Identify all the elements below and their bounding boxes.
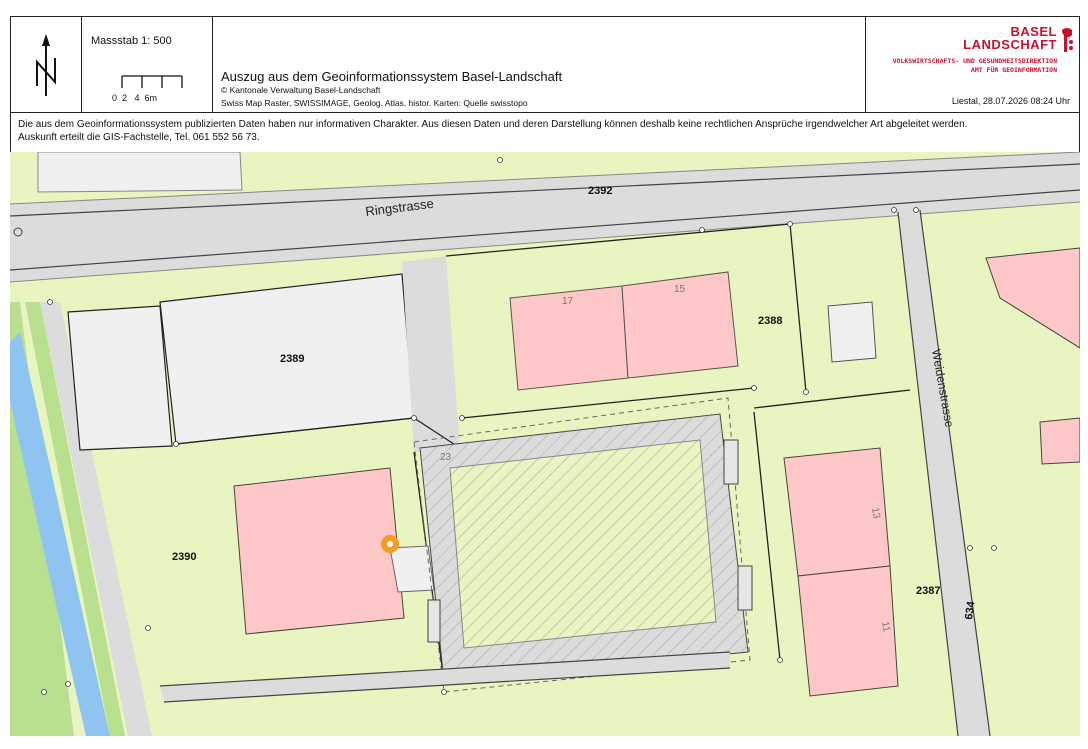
plot-top-left [37, 152, 243, 193]
building-far-right-2 [1039, 417, 1080, 465]
label-parcel-2390: 2390 [172, 551, 196, 563]
label-parcel-2392: 2392 [588, 185, 612, 197]
label-house-17: 17 [562, 296, 574, 307]
scale-cell: Massstab 1: 500 0 2 4 6m [82, 16, 213, 112]
scale-ticks: 0 2 4 6m [112, 93, 158, 103]
page-title: Auszug aus dem Geoinformationssystem Bas… [221, 69, 563, 84]
title-cell: Auszug aus dem Geoinformationssystem Bas… [213, 16, 866, 112]
cadastral-map[interactable]: Ringstrasse 2392 2389 2388 2390 2387 634… [10, 152, 1080, 736]
label-house-23: 23 [440, 452, 452, 463]
directorate-line1: VOLKSWIRTSCHAFTS- UND GESUNDHEITSDIREKTI… [892, 57, 1057, 65]
disclaimer: Die aus dem Geoinformationssystem publiz… [18, 118, 1068, 144]
header-divider [10, 112, 1080, 113]
copyright: © Kantonale Verwaltung Basel-Landschaft [221, 85, 381, 95]
label-parcel-2388: 2388 [758, 315, 782, 327]
stairs-west [427, 599, 441, 643]
label-parcel-2389: 2389 [280, 353, 304, 365]
sports-field-inner-hatch [449, 439, 717, 649]
map-canvas[interactable]: Ringstrasse 2392 2389 2388 2390 2387 634… [10, 152, 1080, 736]
label-parcel-2387: 2387 [916, 585, 940, 597]
disclaimer-line1: Die aus dem Geoinformationssystem publiz… [18, 119, 968, 130]
north-arrow-icon [36, 34, 56, 96]
brand-line2: LANDSCHAFT [963, 37, 1057, 52]
stairs-east-2 [737, 565, 753, 611]
logo-cell: BASEL LANDSCHAFT VOLKSWIRTSCHAFTS- UND G… [866, 16, 1080, 112]
small-shed [827, 301, 877, 363]
baselstab-icon [1062, 28, 1073, 52]
north-cell [10, 16, 82, 112]
plot-2389-west [67, 305, 173, 451]
label-house-15: 15 [674, 284, 686, 295]
header: Massstab 1: 500 0 2 4 6m Auszug aus dem … [10, 16, 1080, 112]
place-date: Liestal, 28.07.2026 08:24 Uhr [951, 96, 1070, 106]
stairs-east-1 [723, 439, 739, 485]
map-sources: Swiss Map Raster, SWISSIMAGE, Geolog. At… [221, 98, 528, 108]
building-2390 [233, 467, 405, 635]
disclaimer-line2: Auskunft erteilt die GIS-Fachstelle, Tel… [18, 132, 260, 143]
directorate-line2: AMT FÜR GEOINFORMATION [970, 66, 1057, 74]
